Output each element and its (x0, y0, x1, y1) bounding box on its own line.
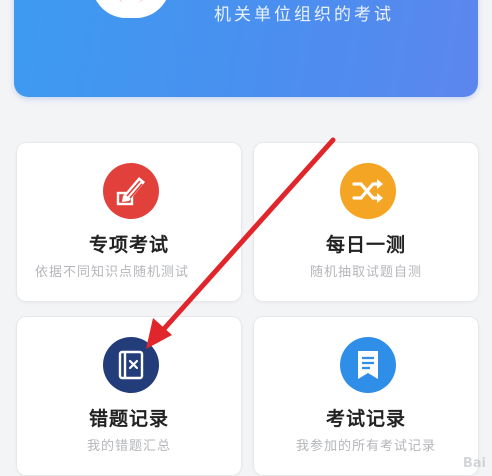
card-description: 依据不同知识点随机测试 (35, 265, 190, 280)
card-exam-records[interactable]: 考试记录 我参加的所有考试记录 (253, 316, 479, 476)
card-description: 我的错题汇总 (86, 439, 171, 454)
card-title: 考试记录 (325, 408, 406, 430)
card-special-exam[interactable]: 专项考试 依据不同知识点随机测试 (16, 142, 242, 302)
card-daily-test[interactable]: 每日一测 随机抽取试题自测 (253, 142, 479, 302)
shuffle-icon (340, 163, 396, 219)
exam-logo-icon (92, 0, 170, 18)
card-wrong-questions[interactable]: 错题记录 我的错题汇总 (16, 316, 242, 476)
card-description: 随机抽取试题自测 (309, 265, 422, 280)
card-title: 错题记录 (88, 408, 169, 430)
banner-subtitle: 机关单位组织的考试 (214, 5, 394, 25)
watermark: Bai (462, 456, 486, 471)
document-icon (340, 337, 396, 393)
card-title: 专项考试 (88, 234, 169, 256)
wrong-book-icon (103, 337, 159, 393)
card-description: 我参加的所有考试记录 (295, 439, 436, 454)
card-title: 每日一测 (325, 234, 406, 256)
header-banner: 机关单位组织的考试 (14, 0, 478, 97)
pen-edit-icon (103, 163, 159, 219)
